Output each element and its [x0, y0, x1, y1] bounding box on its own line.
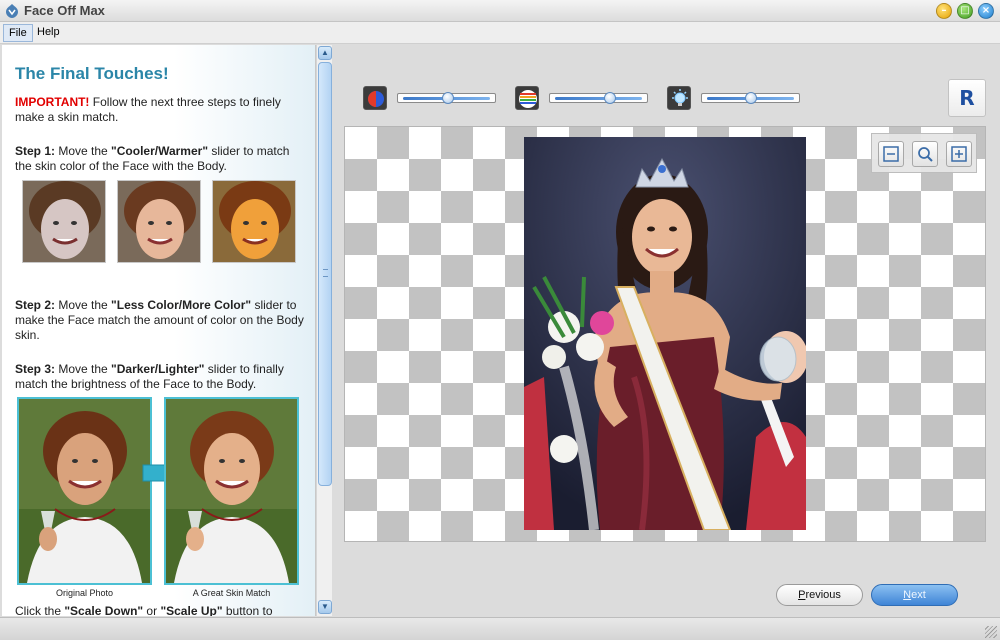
- close-button[interactable]: ×: [978, 3, 994, 19]
- scroll-up-button[interactable]: ▲: [318, 46, 332, 60]
- caption-original: Original Photo: [55, 588, 114, 598]
- cooler-warmer-knob[interactable]: [442, 92, 455, 104]
- face-thumb-cool: [22, 180, 106, 263]
- plus-icon: [951, 146, 967, 162]
- face-thumb-neutral: [117, 180, 201, 263]
- next-mnemonic: N: [903, 589, 912, 601]
- menu-bar: File Help: [0, 22, 1000, 44]
- scale-down-button[interactable]: [878, 141, 904, 167]
- step2-text: Step 2: Move the "Less Color/More Color"…: [15, 298, 307, 343]
- previous-label: revious: [805, 589, 841, 601]
- important-label: IMPORTANT!: [15, 95, 90, 109]
- caption-match: A Great Skin Match: [192, 588, 271, 598]
- color-saturation-icon: [515, 86, 539, 110]
- face-thumb-warm: [212, 180, 296, 263]
- minimize-button[interactable]: –: [936, 3, 952, 19]
- step1-label: Step 1:: [15, 144, 56, 158]
- scroll-down-button[interactable]: ▼: [318, 600, 332, 614]
- step1-pre: Move the: [55, 144, 112, 158]
- step2-slider-name: "Less Color/More Color": [111, 298, 252, 312]
- instructions-heading: The Final Touches!: [15, 64, 169, 83]
- step3-label: Step 3:: [15, 362, 56, 376]
- next-button[interactable]: Next: [871, 584, 958, 606]
- next-label: ext: [911, 589, 926, 601]
- minus-icon: [883, 146, 899, 162]
- cooler-warmer-slider[interactable]: [397, 91, 496, 105]
- step1-slider-name: "Cooler/Warmer": [111, 144, 209, 158]
- resize-grip-icon[interactable]: [985, 626, 997, 638]
- brightness-knob[interactable]: [744, 92, 757, 104]
- instructions-panel: The Final Touches! IMPORTANT! Follow the…: [2, 45, 316, 616]
- scale-post: button to: [222, 604, 273, 616]
- color-saturation-groove: [555, 97, 642, 100]
- scale-down-name: "Scale Down": [64, 604, 144, 616]
- color-saturation-slider[interactable]: [549, 91, 648, 105]
- original-photo: [17, 397, 152, 585]
- maximize-button[interactable]: □: [957, 3, 973, 19]
- important-note: IMPORTANT! Follow the next three steps t…: [15, 95, 307, 125]
- scale-up-name: "Scale Up": [160, 604, 223, 616]
- menu-file[interactable]: File: [3, 24, 33, 42]
- previous-button[interactable]: Previous: [776, 584, 863, 606]
- instructions-scrollbar[interactable]: ▲ ▼: [316, 45, 332, 616]
- step1-text: Step 1: Move the "Cooler/Warmer" slider …: [15, 144, 307, 174]
- reset-button[interactable]: R: [948, 79, 986, 117]
- title-bar: Face Off Max – □ ×: [0, 0, 1000, 22]
- zoom-controls: [871, 133, 977, 173]
- scale-mid: or: [143, 604, 161, 616]
- step3-pre: Move the: [55, 362, 112, 376]
- color-saturation-knob[interactable]: [603, 92, 616, 104]
- cooler-warmer-icon: [363, 86, 387, 110]
- fit-zoom-button[interactable]: [912, 141, 938, 167]
- brightness-bulb-icon: [667, 86, 691, 110]
- scale-up-button[interactable]: [946, 141, 972, 167]
- step3-slider-name: "Darker/Lighter": [111, 362, 205, 376]
- brightness-slider[interactable]: [701, 91, 800, 105]
- scale-text: Click the "Scale Down" or "Scale Up" but…: [15, 604, 307, 616]
- step2-label: Step 2:: [15, 298, 56, 312]
- app-logo-icon: [6, 4, 18, 18]
- window-title: Face Off Max: [24, 3, 105, 18]
- edited-photo[interactable]: [524, 137, 806, 530]
- scroll-thumb[interactable]: [318, 62, 332, 486]
- menu-help[interactable]: Help: [32, 24, 65, 42]
- step3-text: Step 3: Move the "Darker/Lighter" slider…: [15, 362, 307, 392]
- scroll-grip-icon: [323, 269, 328, 277]
- status-bar: [0, 617, 1000, 640]
- scale-pre: Click the: [15, 604, 65, 616]
- skin-match-photo: [164, 397, 299, 585]
- magnifier-icon: [918, 147, 933, 162]
- step2-pre: Move the: [55, 298, 112, 312]
